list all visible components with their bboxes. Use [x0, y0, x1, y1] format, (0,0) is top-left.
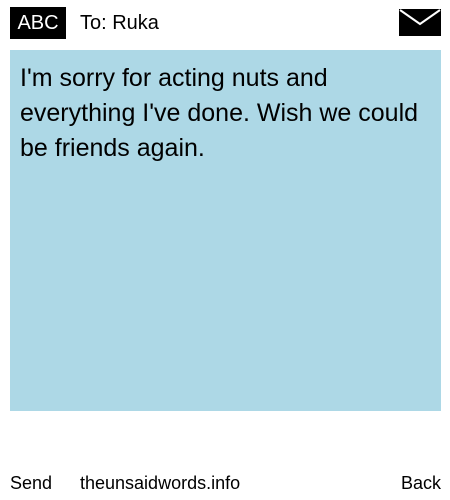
header-bar: ABC To: Ruka [0, 0, 450, 46]
softkey-bar: Send theunsaidwords.info Back [0, 466, 450, 500]
recipient-label: To: Ruka [80, 12, 159, 34]
back-button[interactable]: Back [401, 466, 441, 500]
send-button[interactable]: Send [10, 466, 52, 500]
message-text: I'm sorry for acting nuts and everything… [20, 64, 419, 162]
input-mode-badge[interactable]: ABC [10, 7, 66, 39]
envelope-icon[interactable] [399, 9, 441, 36]
site-link[interactable]: theunsaidwords.info [80, 466, 240, 500]
message-body[interactable]: I'm sorry for acting nuts and everything… [10, 50, 441, 411]
